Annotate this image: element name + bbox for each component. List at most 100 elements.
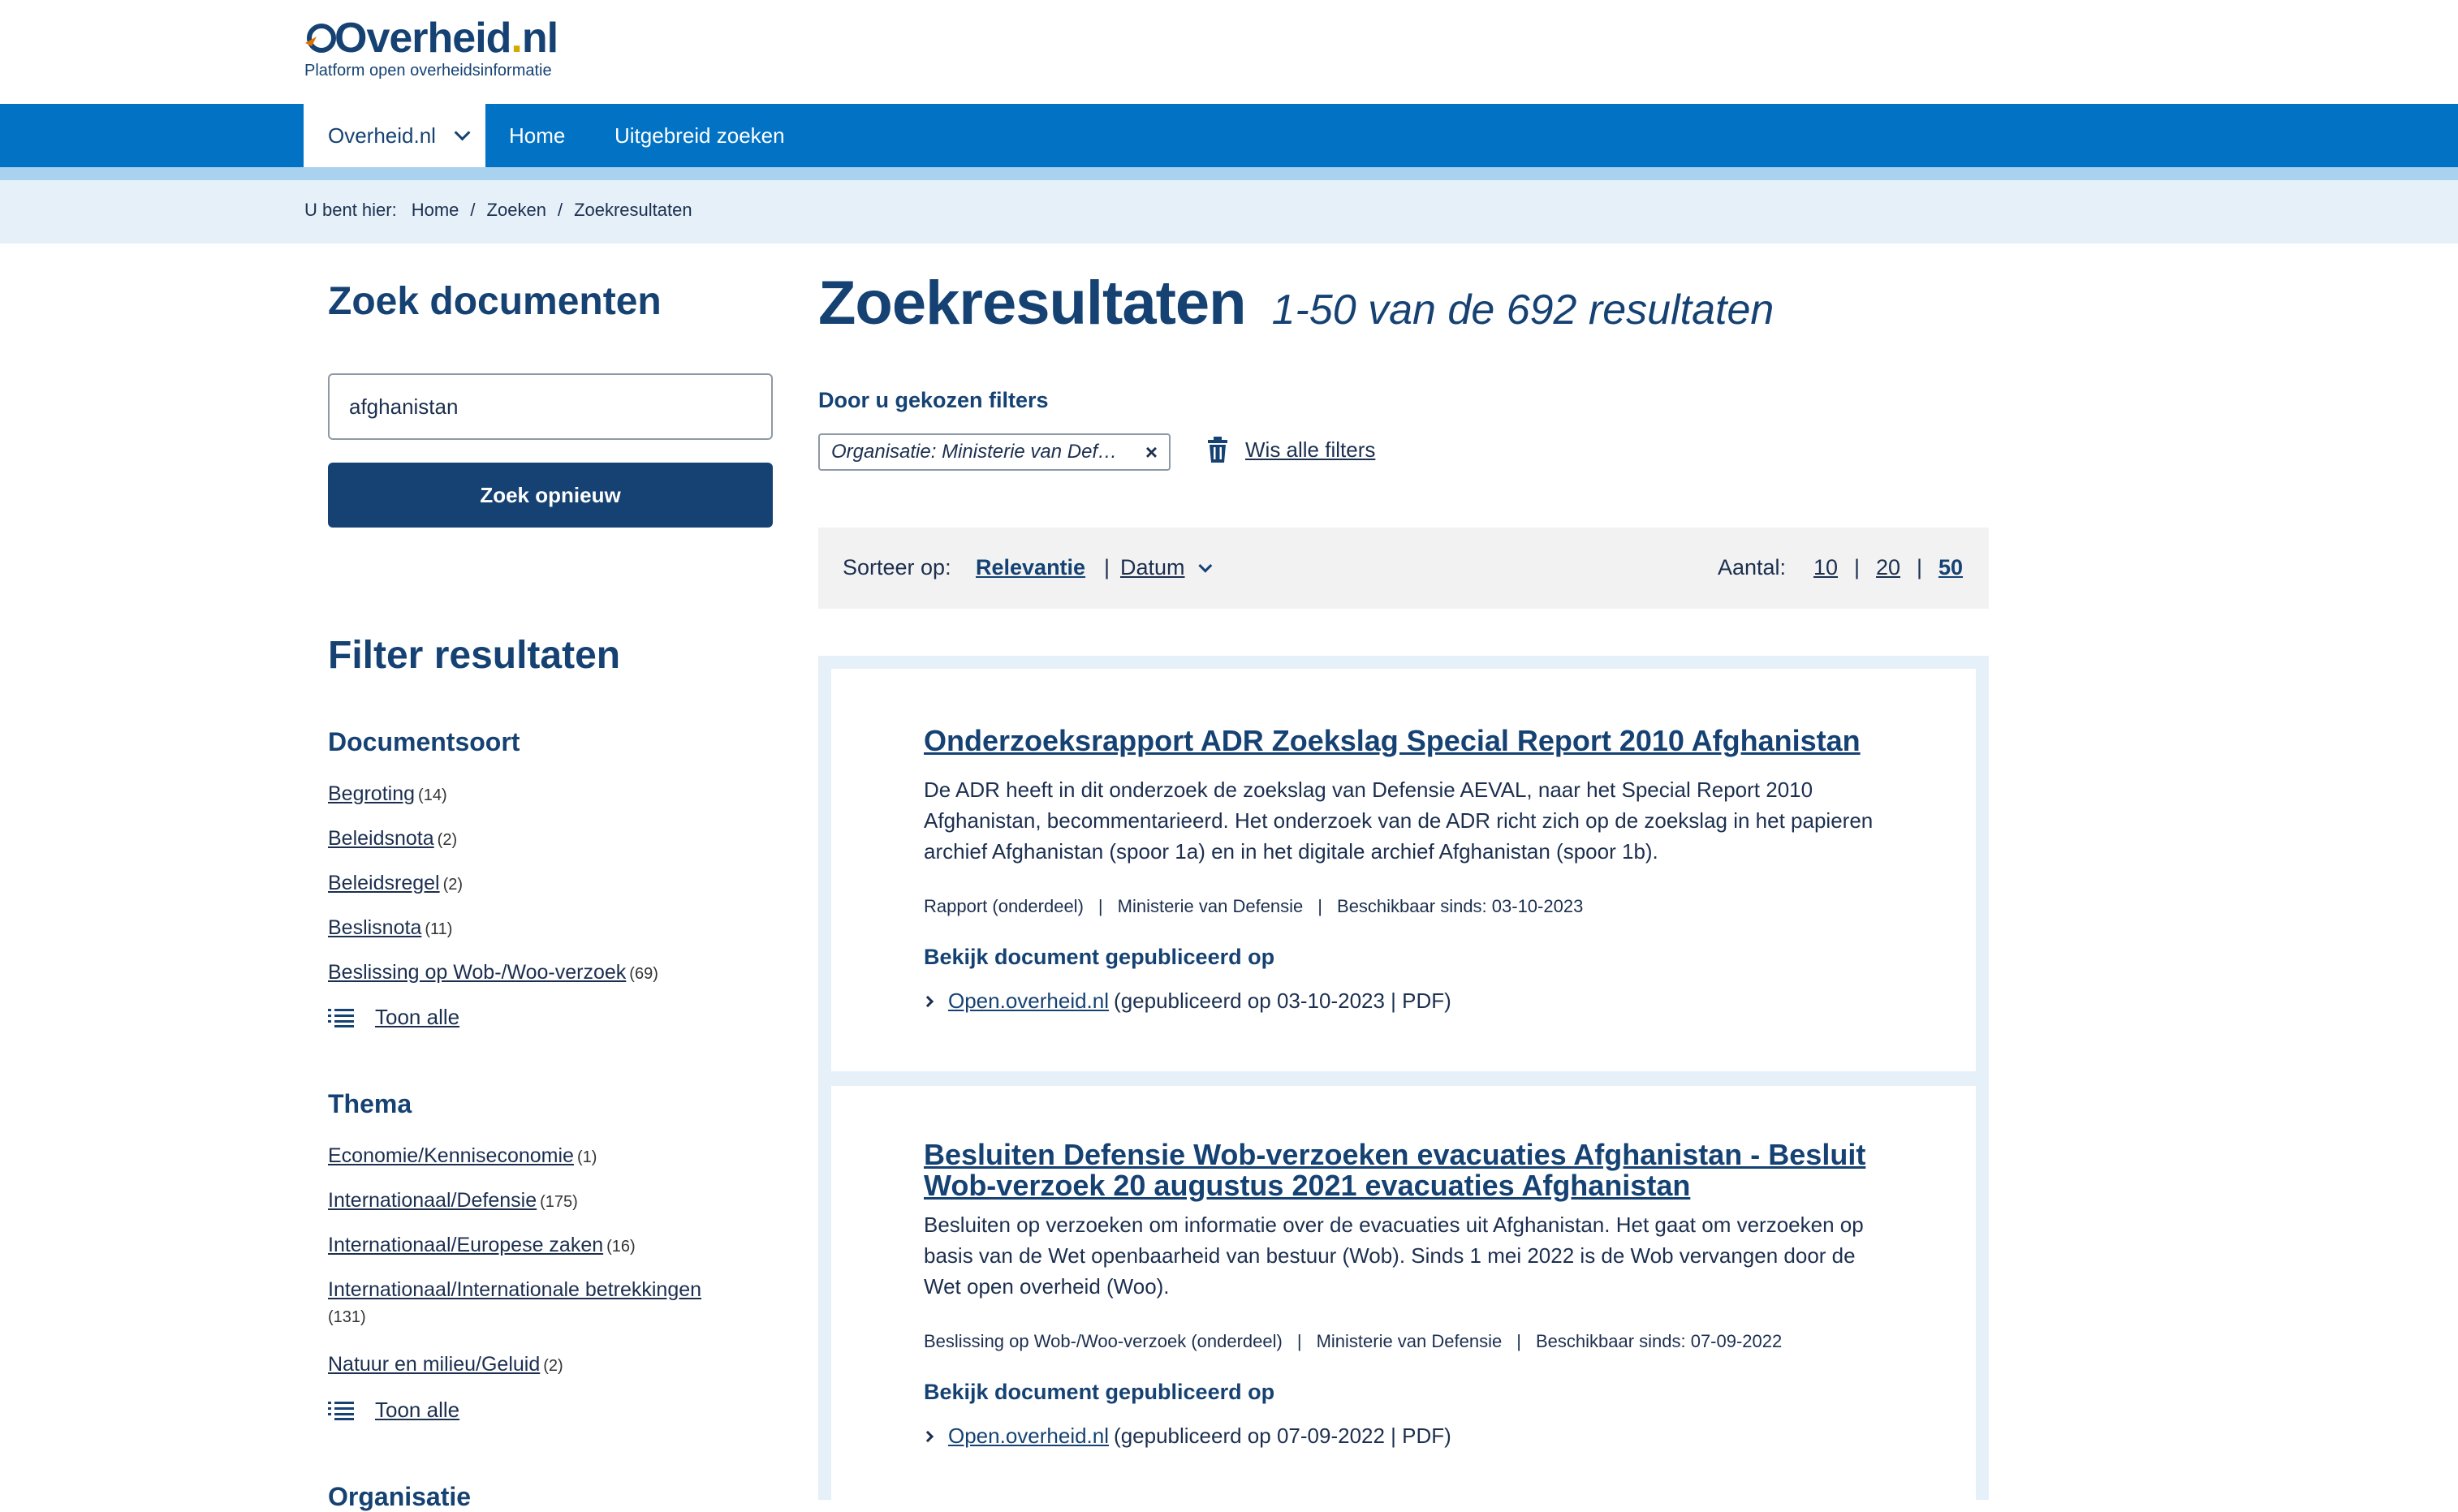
filter-count: (69)	[629, 965, 658, 983]
filter-item: Beleidsnota (2)	[328, 825, 783, 870]
nav-item-label: Home	[509, 123, 566, 148]
filter-link[interactable]: Beslissing op Wob-/Woo-verzoek	[328, 961, 626, 984]
main-nav: Overheid.nl Home Uitgebreid zoeken	[0, 104, 2458, 167]
result-link-suffix: (gepubliceerd op 07-09-2022 | PDF)	[1114, 1424, 1451, 1448]
filter-count: (2)	[437, 831, 458, 849]
filter-list-thema: Economie/Kenniseconomie (1) Internationaa…	[328, 1143, 783, 1396]
filter-link[interactable]: Beleidsnota	[328, 827, 434, 850]
breadcrumb: U bent hier: Home / Zoeken / Zoekresulta…	[304, 200, 692, 221]
filter-count: (14)	[418, 786, 447, 804]
result-card: Onderzoeksrapport ADR Zoekslag Special R…	[831, 669, 1976, 1071]
result-meta: Rapport (onderdeel) | Ministerie van Def…	[924, 896, 1583, 917]
show-all-link[interactable]: Toon alle	[375, 1398, 459, 1423]
results-count: 1-50 van de 692 resultaten	[1271, 286, 1775, 334]
show-all-link[interactable]: Toon alle	[375, 1005, 459, 1030]
result-organisation: Ministerie van Defensie	[1117, 896, 1304, 916]
page-size-50[interactable]: 50	[1938, 555, 1963, 580]
result-link-suffix: (gepubliceerd op 03-10-2023 | PDF)	[1114, 989, 1451, 1013]
chevron-down-icon	[1197, 558, 1212, 573]
breadcrumb-separator: /	[557, 200, 563, 220]
breadcrumb-zoeken[interactable]: Zoeken	[487, 200, 546, 221]
result-meta: Beslissing op Wob-/Woo-verzoek (onderdee…	[924, 1331, 1782, 1352]
filter-item: Internationaal/Europese zaken (16)	[328, 1232, 783, 1277]
chosen-filters-label: Door u gekozen filters	[818, 388, 1049, 412]
filter-title: Filter resultaten	[328, 634, 621, 677]
breadcrumb-label: U bent hier:	[304, 200, 397, 220]
chevron-right-icon	[921, 1430, 934, 1442]
filter-count: (131)	[328, 1308, 366, 1326]
meta-separator: |	[1516, 1331, 1521, 1351]
page-title: Zoekresultaten	[818, 269, 1247, 338]
nav-item-overheid[interactable]: Overheid.nl	[304, 104, 485, 167]
site-logo[interactable]: Overheid.nl	[304, 8, 558, 68]
sort-date[interactable]: Datum	[1120, 555, 1212, 580]
nav-item-home[interactable]: Home	[509, 104, 565, 167]
filter-item: Natuur en milieu/Geluid (2)	[328, 1351, 783, 1396]
filter-link[interactable]: Internationaal/Europese zaken	[328, 1234, 603, 1256]
list-icon	[328, 1401, 354, 1420]
results-list: Onderzoeksrapport ADR Zoekslag Special R…	[818, 656, 1989, 1508]
filter-count: (2)	[543, 1357, 563, 1375]
result-link[interactable]: Open.overheid.nl	[948, 1424, 1109, 1449]
results-heading: Zoekresultaten 1-50 van de 692 resultate…	[818, 268, 1774, 338]
filter-count: (16)	[606, 1238, 636, 1256]
sort-relevance[interactable]: Relevantie	[976, 555, 1085, 580]
result-organisation: Ministerie van Defensie	[1316, 1331, 1503, 1351]
filter-link[interactable]: Internationaal/Defensie	[328, 1189, 537, 1212]
filter-count: (11)	[425, 920, 453, 938]
filter-item: Beslissing op Wob-/Woo-verzoek (69)	[328, 959, 783, 1004]
breadcrumb-bar: U bent hier: Home / Zoeken / Zoekresulta…	[0, 180, 2458, 243]
active-filter-chip[interactable]: Organisatie: Ministerie van Defensie ×	[818, 433, 1171, 471]
result-title[interactable]: Onderzoeksrapport ADR Zoekslag Special R…	[924, 726, 1898, 756]
result-type: Beslissing op Wob-/Woo-verzoek (onderdee…	[924, 1331, 1283, 1351]
search-title: Zoek documenten	[328, 280, 662, 323]
filter-count: (175)	[540, 1193, 578, 1211]
result-date: Beschikbaar sinds: 07-09-2022	[1535, 1331, 1783, 1351]
result-view-label: Bekijk document gepubliceerd op	[924, 1380, 1275, 1404]
logo-mark-icon	[305, 24, 336, 53]
result-card: Besluiten Defensie Wob-verzoeken evacuat…	[831, 1086, 1976, 1508]
close-icon[interactable]: ×	[1145, 440, 1158, 465]
meta-separator: |	[1317, 896, 1323, 916]
filter-item: Beslisnota (11)	[328, 915, 783, 959]
filter-link[interactable]: Internationaal/Internationale betrekking…	[328, 1278, 701, 1301]
page-size-10[interactable]: 10	[1813, 555, 1838, 580]
clear-filters[interactable]: Wis alle filters	[1206, 437, 1375, 463]
page-size-20[interactable]: 20	[1876, 555, 1900, 580]
filter-count: (2)	[442, 876, 464, 894]
trash-icon	[1208, 437, 1227, 463]
filter-item: Internationaal/Defensie (175)	[328, 1187, 783, 1232]
result-type: Rapport (onderdeel)	[924, 896, 1084, 916]
page-size-separator: |	[1917, 555, 1923, 579]
nav-item-label: Overheid.nl	[328, 123, 436, 148]
filter-item: Internationaal/Internationale betrekking…	[328, 1277, 783, 1351]
clear-filters-link[interactable]: Wis alle filters	[1245, 437, 1375, 463]
search-again-button[interactable]: Zoek opnieuw	[328, 463, 773, 528]
chevron-right-icon	[921, 995, 934, 1007]
result-publication: Open.overheid.nl (gepubliceerd op 07-09-…	[921, 1424, 1451, 1449]
list-icon	[328, 1008, 354, 1027]
breadcrumb-separator: /	[470, 200, 476, 220]
filter-item: Begroting (14)	[328, 781, 783, 825]
breadcrumb-home[interactable]: Home	[412, 200, 459, 221]
sort-separator: |	[1104, 555, 1110, 579]
filter-link[interactable]: Beslisnota	[328, 916, 421, 939]
nav-underline-strip	[0, 167, 2458, 180]
show-all-thema[interactable]: Toon alle	[328, 1398, 459, 1423]
filter-link[interactable]: Economie/Kenniseconomie	[328, 1144, 574, 1167]
show-all-documentsoort[interactable]: Toon alle	[328, 1005, 459, 1030]
breadcrumb-current: Zoekresultaten	[574, 200, 692, 220]
result-link[interactable]: Open.overheid.nl	[948, 989, 1109, 1014]
nav-item-uitgebreid-zoeken[interactable]: Uitgebreid zoeken	[614, 104, 785, 167]
search-input[interactable]	[328, 373, 773, 440]
filter-list-documentsoort: Begroting (14) Beleidsnota (2) Beleidsrege…	[328, 781, 783, 1004]
sort-label: Sorteer op:	[843, 555, 951, 579]
result-title[interactable]: Besluiten Defensie Wob-verzoeken evacuat…	[924, 1139, 1898, 1201]
page-size-label: Aantal:	[1718, 555, 1787, 579]
filter-count: (1)	[576, 1148, 597, 1166]
filter-link[interactable]: Begroting	[328, 782, 415, 805]
sort-date-label: Datum	[1120, 555, 1185, 579]
filter-link[interactable]: Natuur en milieu/Geluid	[328, 1353, 540, 1376]
filter-link[interactable]: Beleidsregel	[328, 872, 440, 894]
page-size-separator: |	[1854, 555, 1861, 579]
